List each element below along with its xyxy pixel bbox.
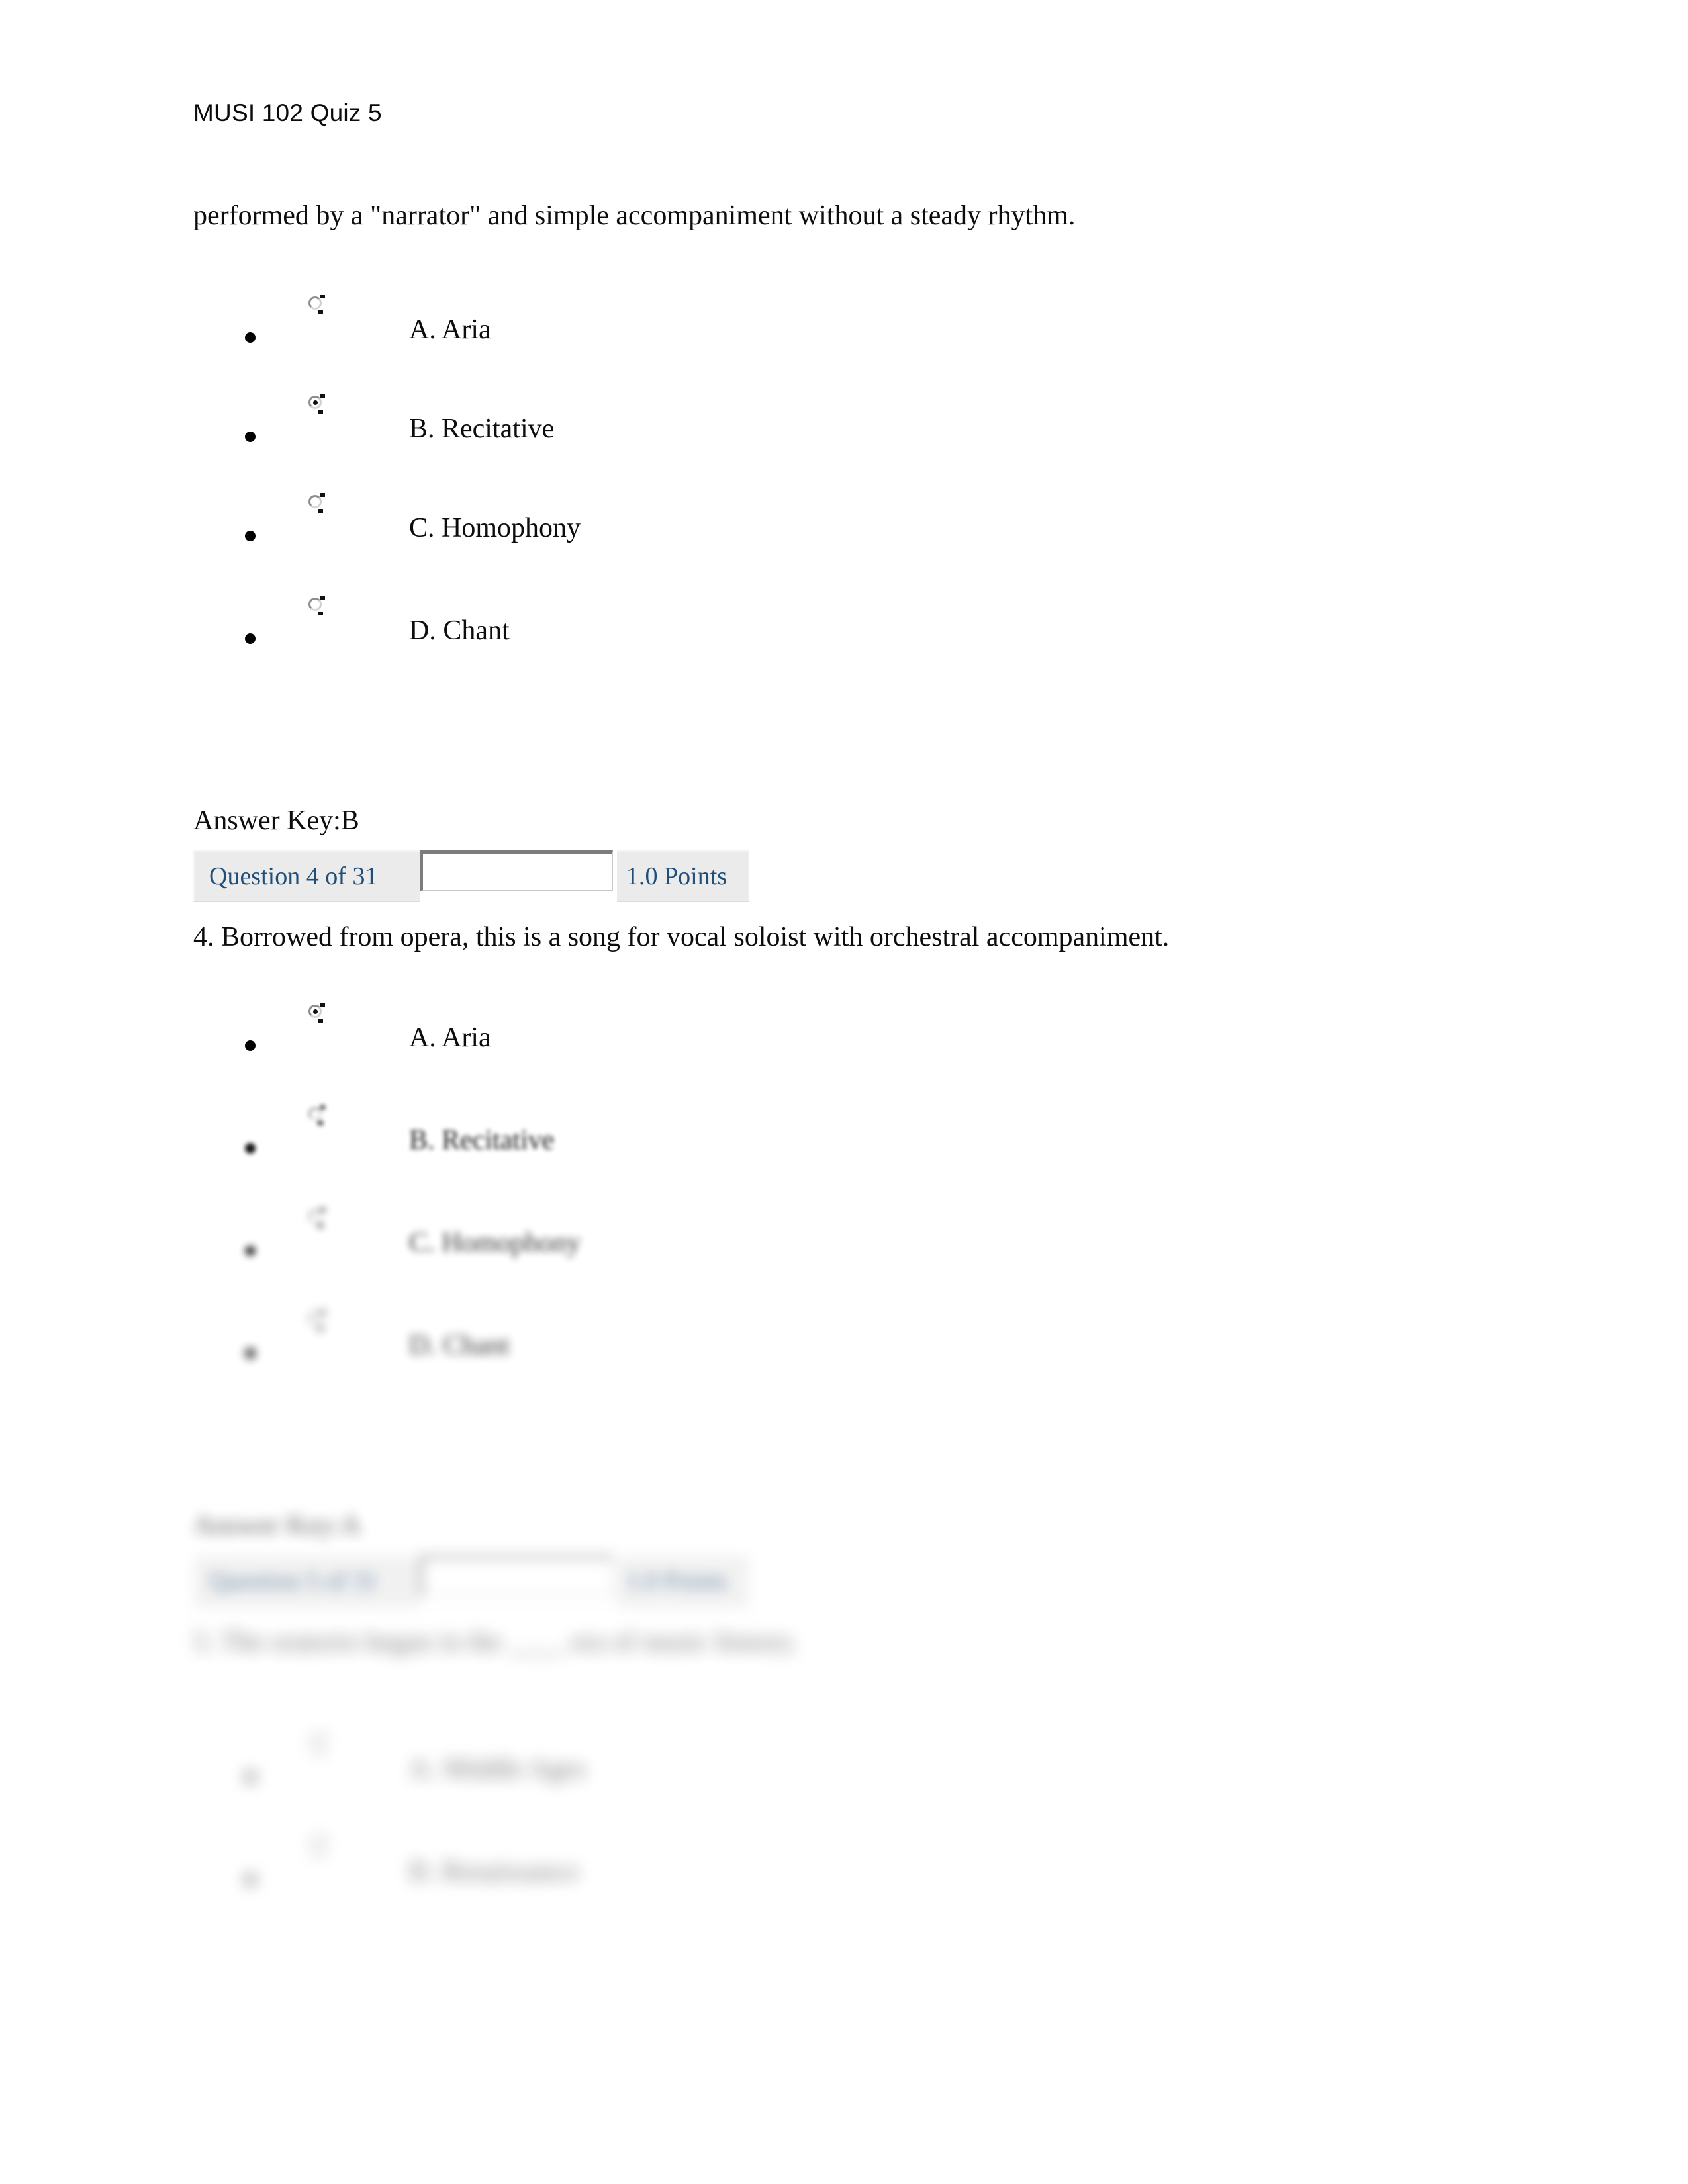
question5-option-a[interactable]: A. Middle Ages xyxy=(245,1731,1370,1803)
list-bullet-icon xyxy=(245,1874,256,1885)
question3-option-a-label: A. Aria xyxy=(409,314,491,345)
question4-option-b-label: B. Recitative xyxy=(409,1125,555,1156)
question4-counter-label: Question 4 of 31 xyxy=(209,862,378,890)
question4-progress-cell xyxy=(420,850,617,902)
radio-button-icon[interactable] xyxy=(308,1837,326,1856)
question4-option-b[interactable]: B. Recitative xyxy=(245,1102,1370,1175)
question5-option-b[interactable]: B. Renaissance xyxy=(245,1833,1370,1906)
question3-option-c[interactable]: C. Homophony xyxy=(245,490,1370,563)
question3-option-b-label: B. Recitative xyxy=(409,414,555,444)
question4-option-a-label: A. Aria xyxy=(409,1023,491,1053)
question5-progress-box xyxy=(420,1555,613,1596)
document-header: MUSI 102 Quiz 5 xyxy=(193,99,382,126)
list-bullet-icon xyxy=(245,1246,256,1256)
radio-button-icon[interactable] xyxy=(308,1734,326,1754)
list-bullet-icon xyxy=(245,1772,256,1782)
question4-option-a[interactable]: A. Aria xyxy=(245,999,1370,1072)
question3-option-d-label: D. Chant xyxy=(409,615,510,646)
question3-option-b[interactable]: B. Recitative xyxy=(245,390,1370,463)
list-bullet-icon xyxy=(245,1040,256,1051)
question4-meta-table: Question 4 of 31 1.0 Points xyxy=(193,850,749,902)
question3-option-d[interactable]: D. Chant xyxy=(245,592,1370,665)
radio-button-icon[interactable] xyxy=(308,493,326,513)
question4-option-c-label: C. Homophony xyxy=(409,1228,581,1258)
radio-button-icon[interactable] xyxy=(308,596,326,615)
question3-stem-tail: performed by a "narrator" and simple acc… xyxy=(193,201,1076,231)
question5-stem: 5. The oratorio began in the ____ era of… xyxy=(193,1627,798,1657)
question5-option-a-label: A. Middle Ages xyxy=(409,1754,586,1784)
radio-button-icon-selected[interactable] xyxy=(308,1003,326,1023)
list-bullet-icon xyxy=(245,531,256,541)
question5-counter-cell: Question 5 of 31 xyxy=(193,1555,420,1607)
question4-option-c[interactable]: C. Homophony xyxy=(245,1205,1370,1277)
question3-option-c-label: C. Homophony xyxy=(409,513,581,543)
question4-stem: 4. Borrowed from opera, this is a song f… xyxy=(193,922,1170,952)
list-bullet-icon xyxy=(245,1143,256,1154)
document-page: MUSI 102 Quiz 5 performed by a "narrator… xyxy=(0,0,1688,2184)
question5-points-cell: 1.0 Points xyxy=(617,1555,749,1607)
question3-option-a[interactable]: A. Aria xyxy=(245,291,1370,364)
question5-points-label: 1.0 Points xyxy=(626,1567,727,1595)
question3-answer-key: Answer Key:B xyxy=(193,805,359,836)
list-bullet-icon xyxy=(245,432,256,442)
question4-option-d-label: D. Chant xyxy=(409,1330,510,1361)
question4-counter-cell: Question 4 of 31 xyxy=(193,850,420,902)
radio-button-icon[interactable] xyxy=(308,295,326,314)
question4-points-cell: 1.0 Points xyxy=(617,850,749,902)
question4-option-d[interactable]: D. Chant xyxy=(245,1307,1370,1380)
radio-button-icon[interactable] xyxy=(308,1105,326,1125)
question5-counter-label: Question 5 of 31 xyxy=(209,1567,378,1595)
question5-meta-table: Question 5 of 31 1.0 Points xyxy=(193,1555,749,1607)
question4-progress-box xyxy=(420,850,613,891)
radio-button-icon[interactable] xyxy=(308,1208,326,1228)
question4-points-label: 1.0 Points xyxy=(626,862,727,890)
question5-option-b-label: B. Renaissance xyxy=(409,1856,579,1887)
radio-button-icon-selected[interactable] xyxy=(308,394,326,414)
question4-answer-key: Answer Key:A xyxy=(193,1510,361,1541)
question5-progress-cell xyxy=(420,1555,617,1607)
list-bullet-icon xyxy=(245,332,256,343)
list-bullet-icon xyxy=(245,633,256,644)
radio-button-icon[interactable] xyxy=(308,1310,326,1330)
list-bullet-icon xyxy=(245,1348,256,1359)
